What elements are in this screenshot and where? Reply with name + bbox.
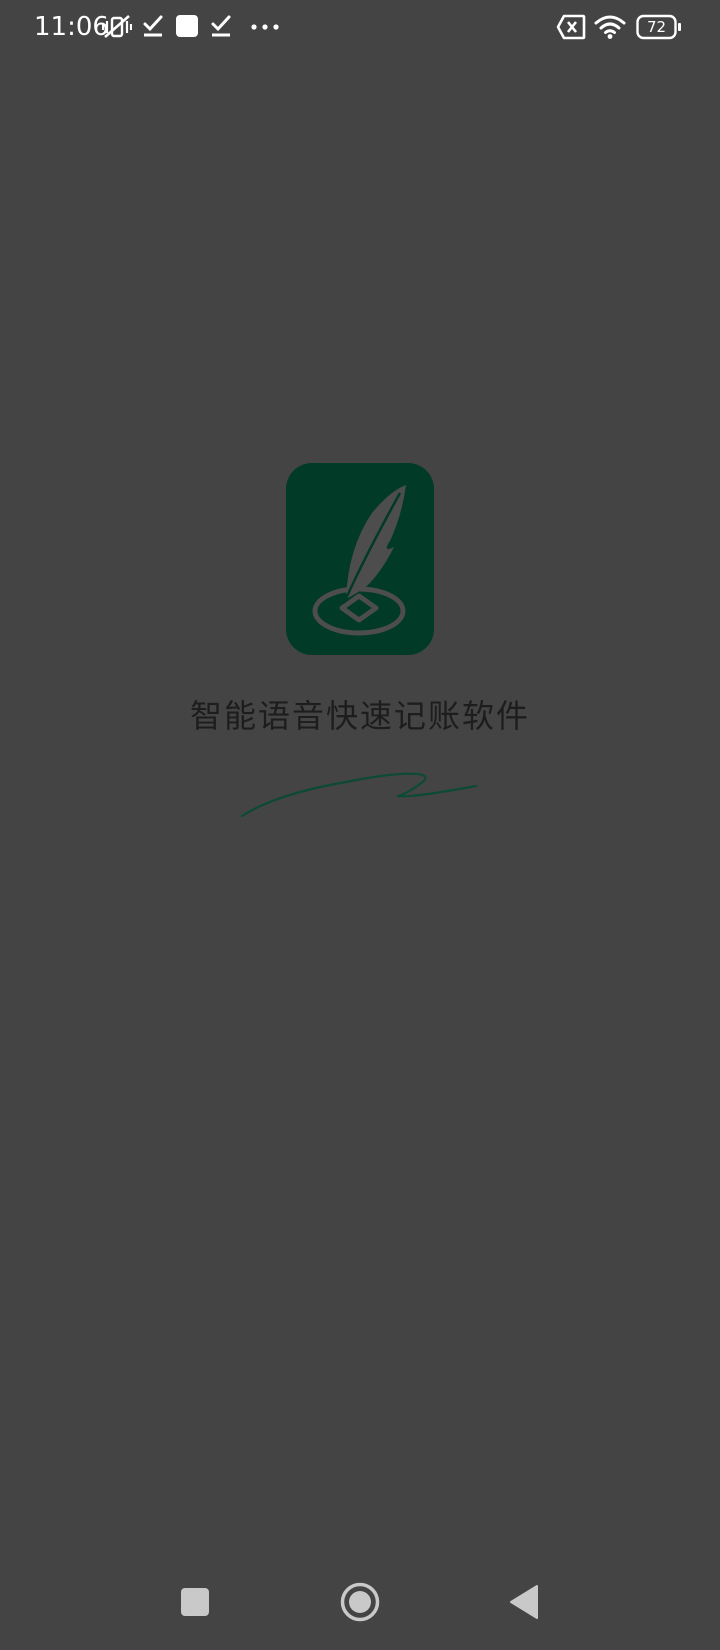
recents-square-icon [181, 1588, 209, 1616]
more-dots-icon [251, 24, 279, 30]
home-button[interactable] [320, 1570, 400, 1634]
recents-button[interactable] [155, 1570, 235, 1634]
wifi-icon [594, 15, 626, 39]
home-circle-icon [340, 1582, 380, 1622]
back-triangle-icon [510, 1585, 538, 1619]
slogan: 智能语音快速记账软件 [189, 697, 530, 735]
status-bar: 11:06 72 [0, 0, 720, 54]
sim-off-icon [556, 14, 586, 40]
signature-scribble-icon [240, 772, 478, 818]
battery-level: 72 [646, 18, 667, 36]
battery-icon: 72 [636, 14, 682, 40]
vibrate-off-icon [102, 15, 132, 38]
navigation-bar [0, 1570, 720, 1650]
back-button[interactable] [484, 1570, 564, 1634]
status-time: 11:06 [34, 12, 109, 42]
check-icon [211, 15, 231, 37]
square-notification-icon [176, 15, 198, 37]
check-icon [143, 15, 163, 37]
feather-quill-icon [286, 463, 434, 655]
